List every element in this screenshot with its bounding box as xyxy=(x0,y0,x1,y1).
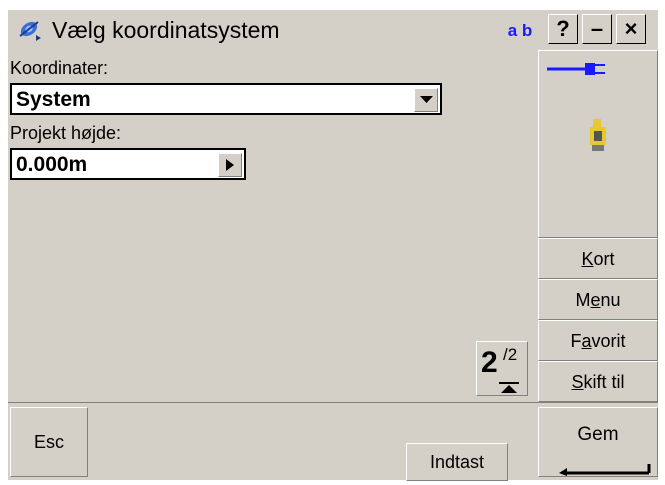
coordinates-select[interactable]: System xyxy=(10,83,442,115)
close-button[interactable]: × xyxy=(616,14,646,44)
page-current: 2 xyxy=(481,346,498,379)
gem-label: Gem xyxy=(577,424,619,445)
coordinates-value: System xyxy=(16,88,91,111)
enter-key-icon xyxy=(559,464,651,476)
indtast-button[interactable]: Indtast xyxy=(406,443,508,481)
project-height-field[interactable]: 0.000m xyxy=(10,148,246,180)
input-mode-button[interactable]: a b xyxy=(505,19,535,43)
status-panel xyxy=(538,50,658,238)
page-up-icon xyxy=(499,382,519,393)
instrument-icon xyxy=(590,119,606,151)
gem-button[interactable]: Gem xyxy=(538,407,658,477)
option-arrow-button[interactable] xyxy=(218,153,242,177)
favorit-button[interactable]: Favorit xyxy=(538,320,658,361)
project-height-value: 0.000m xyxy=(16,153,88,176)
help-button[interactable]: ? xyxy=(548,14,578,44)
bottom-bar: Esc Indtast Gem xyxy=(8,402,658,481)
satellite-icon xyxy=(19,21,41,41)
main-content: Koordinater: System Projekt højde: 0.000… xyxy=(8,50,538,402)
minimize-button[interactable]: – xyxy=(582,14,612,44)
menu-button[interactable]: Menu xyxy=(538,279,658,320)
kort-button[interactable]: Kort xyxy=(538,238,658,279)
coordinates-label: Koordinater: xyxy=(10,58,109,78)
esc-button[interactable]: Esc xyxy=(10,407,88,477)
project-height-label: Projekt højde: xyxy=(10,123,122,143)
dropdown-button[interactable] xyxy=(414,88,438,112)
window-title: Vælg koordinatsystem xyxy=(52,17,280,43)
skift-til-button[interactable]: Skift til xyxy=(538,361,658,402)
title-bar: Vælg koordinatsystem a b ? – × xyxy=(8,10,658,50)
page-total: /2 xyxy=(503,345,518,364)
chevron-right-icon xyxy=(226,159,234,171)
app-window: Vælg koordinatsystem a b ? – × Koordinat… xyxy=(8,10,658,481)
page-indicator[interactable]: 2 /2 xyxy=(476,341,528,396)
chevron-down-icon xyxy=(420,96,433,103)
power-connected-icon xyxy=(547,63,605,75)
